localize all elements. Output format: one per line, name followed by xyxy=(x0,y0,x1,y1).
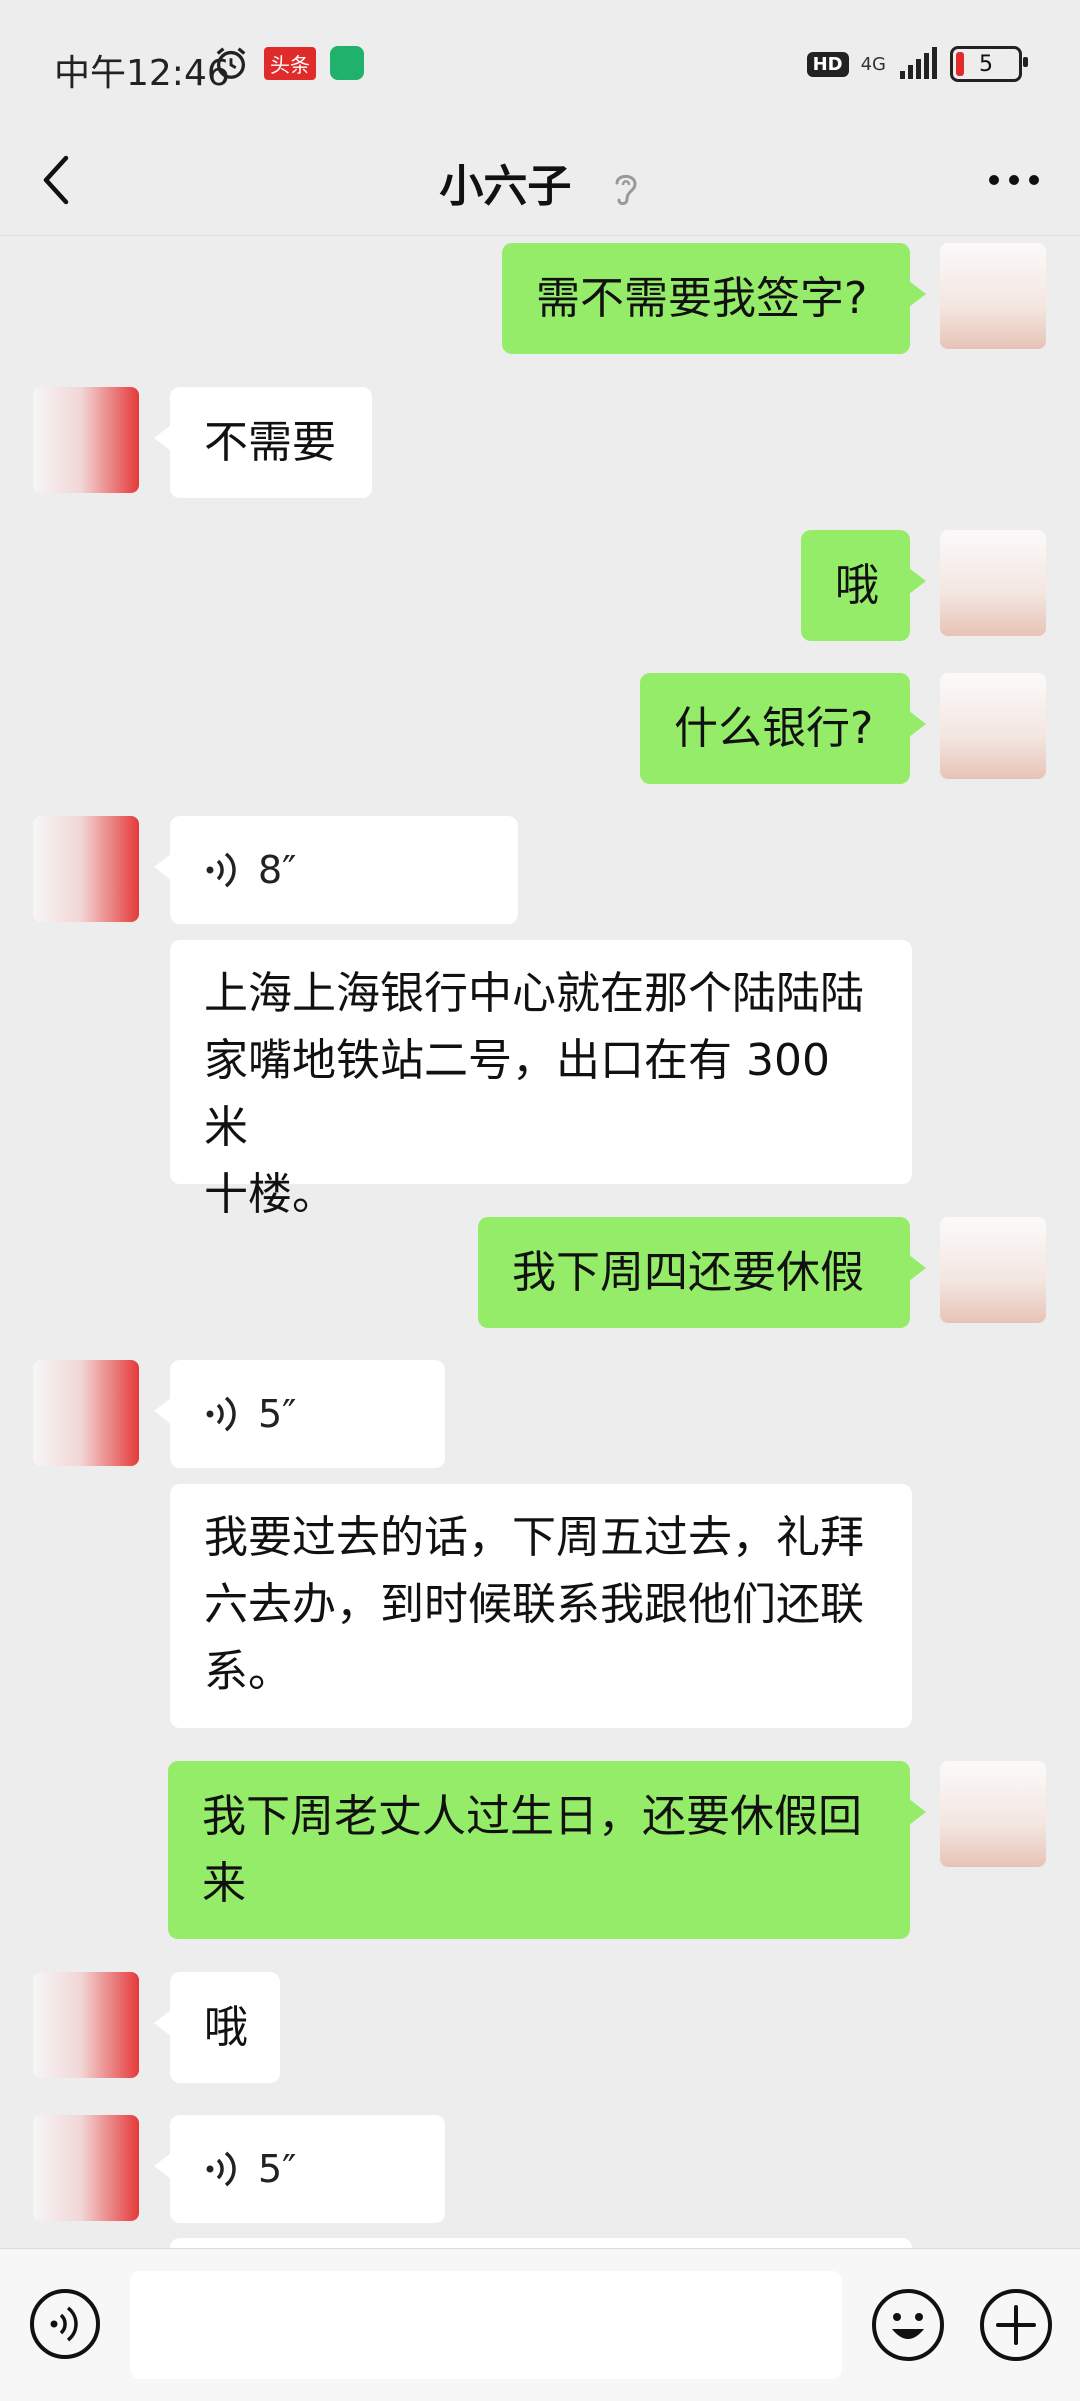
more-icon[interactable] xyxy=(984,160,1044,200)
status-notification-icons: 头条 xyxy=(212,44,364,82)
avatar-contact[interactable] xyxy=(33,816,139,922)
battery-icon: 5 xyxy=(950,46,1028,82)
alarm-icon xyxy=(216,47,246,79)
battery-level: 5 xyxy=(979,51,993,77)
avatar-contact[interactable] xyxy=(33,1360,139,1466)
voice-message[interactable]: 5″ xyxy=(154,1360,445,1468)
message-bubble-self[interactable]: 什么银行? xyxy=(640,673,926,784)
plus-icon[interactable] xyxy=(978,2287,1054,2363)
emoji-icon[interactable] xyxy=(870,2287,946,2363)
status-time: 中午12:46 xyxy=(54,53,230,94)
input-bar xyxy=(0,2248,1080,2401)
signal-icon xyxy=(900,47,937,79)
message-bubble-self[interactable]: 我下周老丈人过生日，还要休假回 来 xyxy=(168,1761,926,1939)
avatar-self[interactable] xyxy=(940,673,1046,779)
voice-message[interactable]: 8″ xyxy=(154,816,518,924)
avatar-self[interactable] xyxy=(940,530,1046,636)
voice-duration: 5″ xyxy=(258,1391,297,1436)
hd-icon: HD xyxy=(806,51,849,77)
voice-duration: 5″ xyxy=(258,2146,297,2191)
message-bubble-self[interactable]: 需不需要我签字? xyxy=(502,243,926,354)
avatar-contact[interactable] xyxy=(33,387,139,493)
network-type: 4G xyxy=(860,53,886,75)
avatar-self[interactable] xyxy=(940,1217,1046,1323)
status-bar: 中午12:46 头条 HD 4G 5 xyxy=(0,0,1080,130)
message-bubble-contact[interactable]: 不需要 xyxy=(154,387,372,498)
voice-icon xyxy=(206,2151,236,2187)
ear-icon xyxy=(615,174,637,206)
avatar-contact[interactable] xyxy=(33,1972,139,2078)
avatar-contact[interactable] xyxy=(33,2115,139,2221)
avatar-self[interactable] xyxy=(940,243,1046,349)
message-bubble-contact[interactable]: 哦 xyxy=(154,1972,280,2083)
message-bubble-self[interactable]: 我下周四还要休假 xyxy=(478,1217,926,1328)
voice-icon xyxy=(206,852,236,888)
voice-icon xyxy=(206,1396,236,1432)
voice-duration: 8″ xyxy=(258,847,297,892)
message-bubble-contact[interactable]: 我要过去的话，下周五过去，礼拜 六去办，到时候联系我跟他们还联 系。 xyxy=(170,1484,912,1728)
message-bubble-self[interactable]: 哦 xyxy=(801,530,926,641)
status-system-icons: HD 4G 5 xyxy=(806,46,1028,82)
chat-header: 小六子 xyxy=(0,130,1080,236)
security-app-icon xyxy=(330,46,364,80)
message-bubble-contact[interactable]: 上海上海银行中心就在那个陆陆陆 家嘴地铁站二号，出口在有 300 米 十楼。 xyxy=(170,940,912,1220)
news-app-icon: 头条 xyxy=(264,46,316,80)
voice-message[interactable]: 5″ xyxy=(154,2115,445,2223)
avatar-self[interactable] xyxy=(940,1761,1046,1867)
message-input[interactable] xyxy=(130,2271,842,2379)
voice-input-toggle-icon[interactable] xyxy=(28,2287,102,2361)
chat-title: 小六子 xyxy=(0,150,1080,214)
chat-title-text: 小六子 xyxy=(439,161,572,212)
